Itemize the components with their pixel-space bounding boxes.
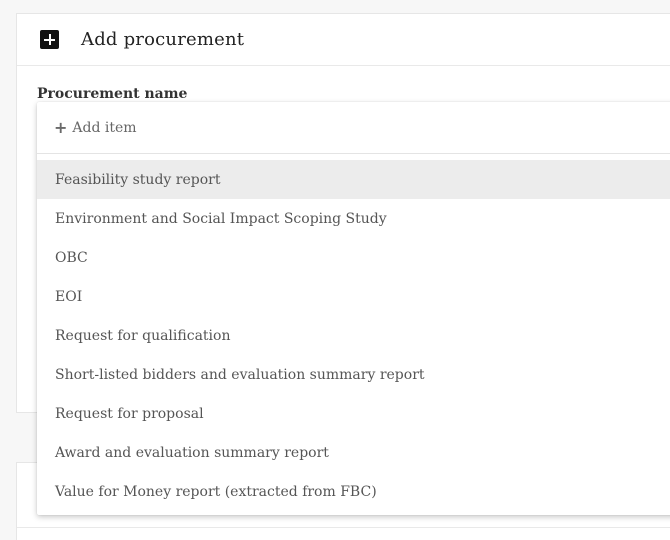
card-header: Add procurement [17,14,670,66]
option-item[interactable]: Award and evaluation summary report [37,433,670,472]
plus-icon: + [54,117,68,137]
page: Add procurement Procurement name + Add i… [0,0,670,540]
option-item[interactable]: Short-listed bidders and evaluation summ… [37,355,670,394]
option-item[interactable]: Environment and Social Impact Scoping St… [37,199,670,238]
option-label: OBC [55,249,88,266]
option-label: Request for proposal [55,405,204,422]
procurement-name-dropdown: + Add item Feasibility study report Envi… [37,102,670,515]
option-item[interactable]: Value for Money report (extracted from F… [37,472,670,511]
option-label: Value for Money report (extracted from F… [55,483,377,500]
option-label: Short-listed bidders and evaluation summ… [55,366,425,383]
add-item-label: Add item [72,119,137,136]
option-item[interactable]: OBC [37,238,670,277]
add-square-icon [40,30,59,49]
card-title: Add procurement [81,29,245,50]
divider [17,527,670,528]
option-label: Environment and Social Impact Scoping St… [55,210,387,227]
option-label: Award and evaluation summary report [55,444,329,461]
procurement-name-label: Procurement name [37,86,188,102]
option-label: Request for qualification [55,327,231,344]
option-label: EOI [55,288,83,305]
option-list: Feasibility study report Environment and… [37,154,670,511]
option-item[interactable]: EOI [37,277,670,316]
option-label: Feasibility study report [55,171,221,188]
option-item[interactable]: Request for proposal [37,394,670,433]
option-item[interactable]: Request for qualification [37,316,670,355]
option-item[interactable]: Feasibility study report [37,160,670,199]
add-item-button[interactable]: + Add item [37,102,670,154]
